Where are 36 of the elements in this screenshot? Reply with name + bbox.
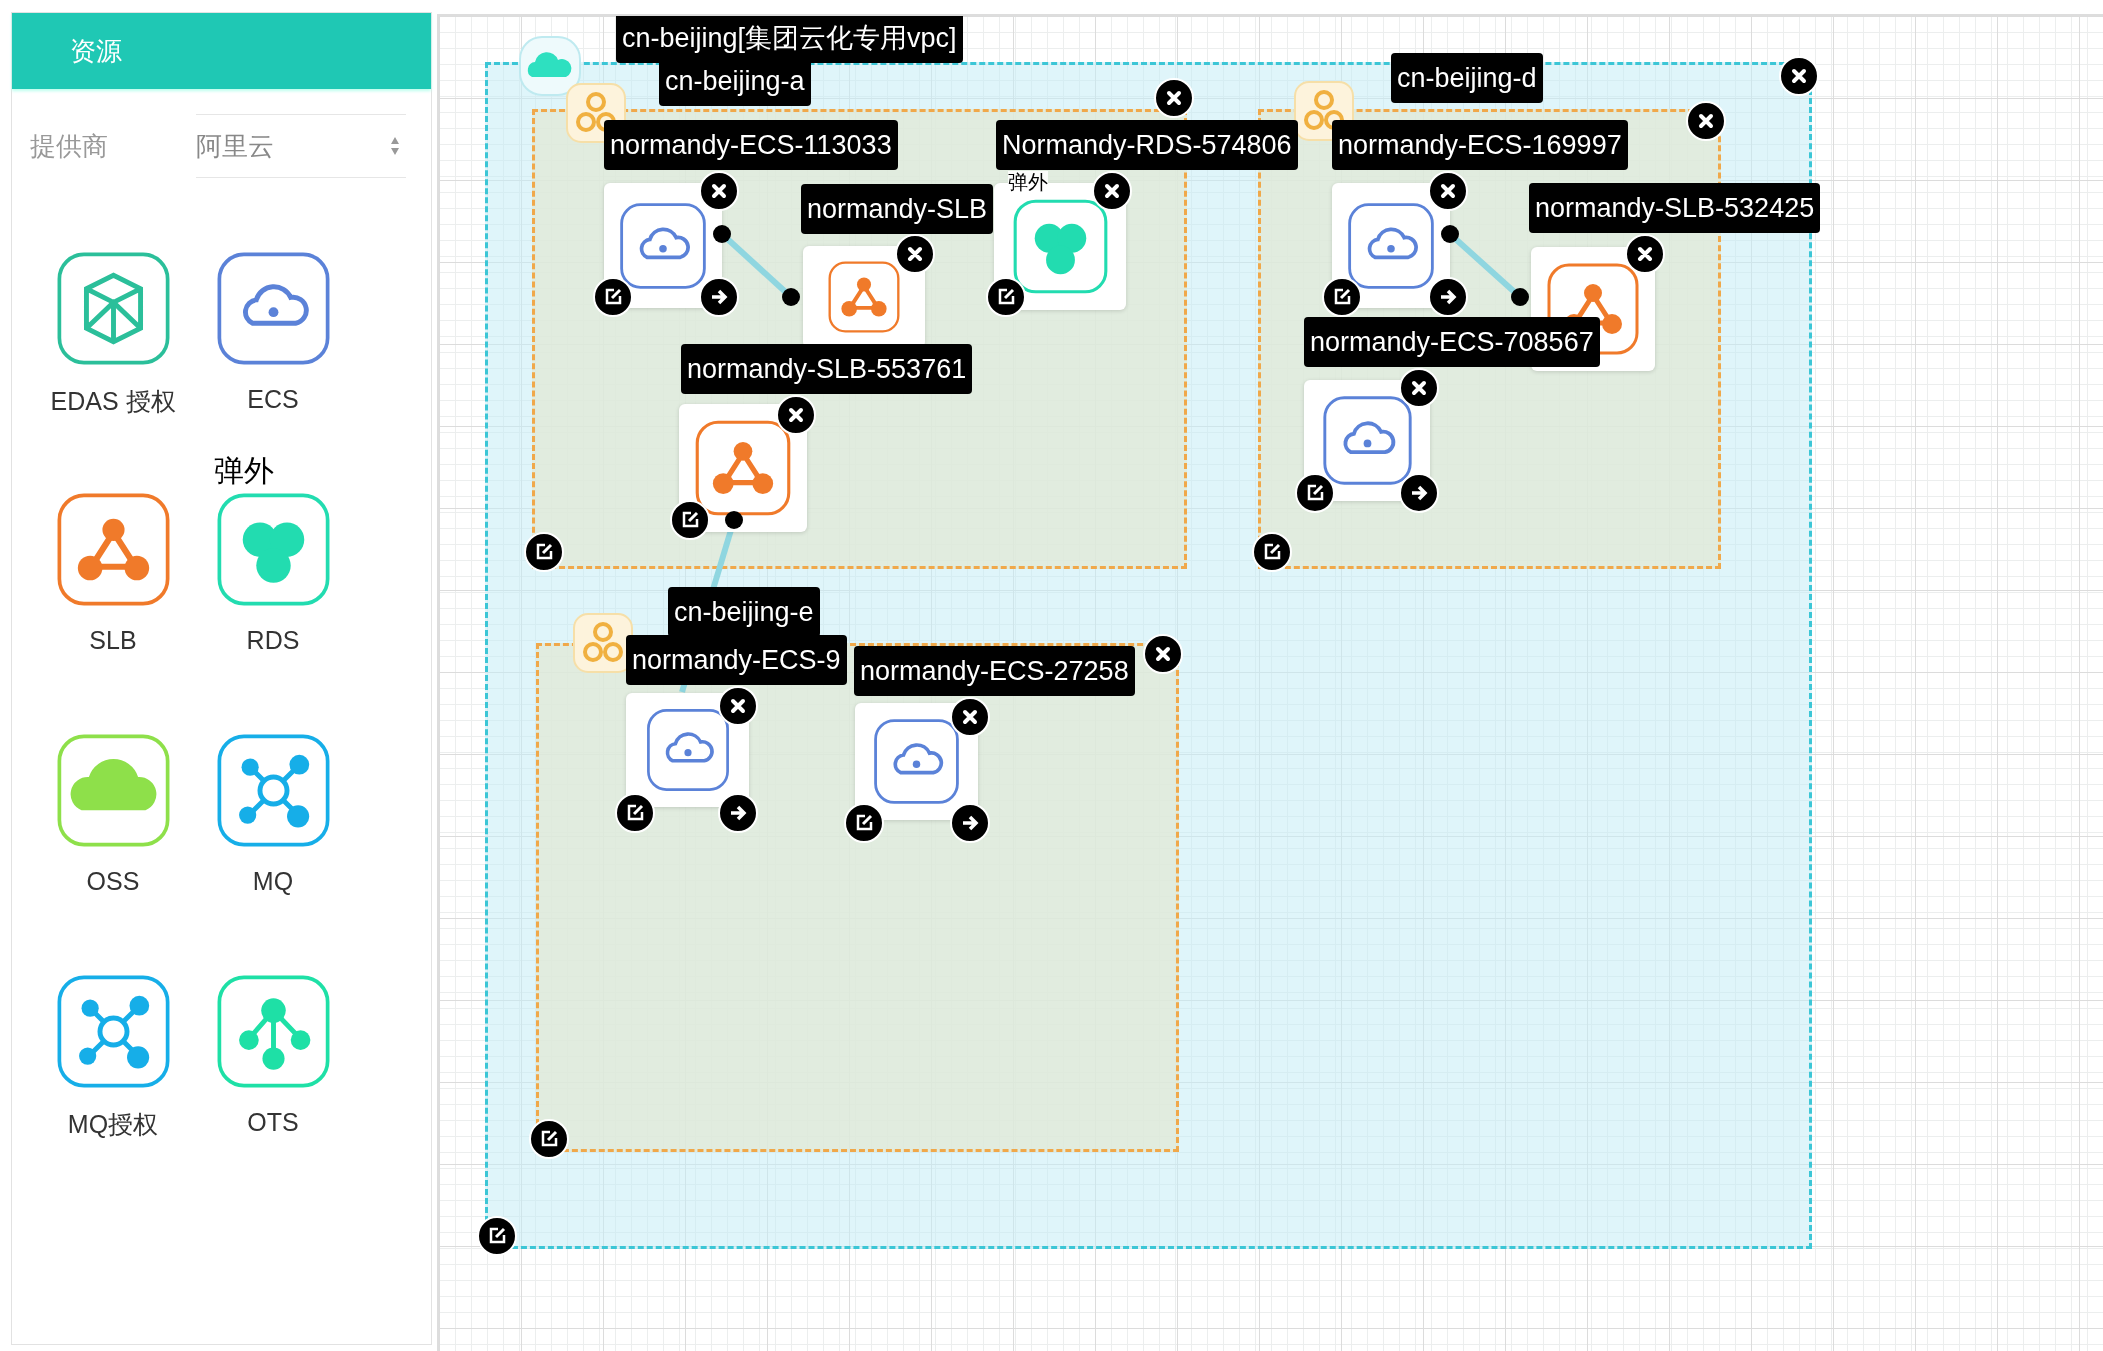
resource-type-label: EDAS 授权 (50, 386, 176, 417)
resource-label: normandy-ECS-9 (626, 635, 847, 685)
badge-text: 弹外 (1008, 171, 1048, 193)
edit-button[interactable] (529, 1119, 569, 1159)
resource-label: normandy-ECS-708567 (1304, 317, 1600, 367)
resource-card[interactable] (626, 693, 749, 807)
close-button[interactable] (1779, 56, 1819, 96)
resource-type-label: SLB (89, 626, 137, 655)
provider-select[interactable]: 阿里云 (196, 114, 406, 178)
badge-text: 弹外 (214, 454, 274, 487)
edit-button[interactable] (524, 532, 564, 572)
resource-type-label: ECS (247, 385, 299, 414)
resource-type-label: MQ (252, 867, 294, 896)
cluster-icon (572, 612, 634, 674)
zone-label: cn-beijing-d (1391, 53, 1543, 103)
resource-label: normandy-ECS-169997 (1332, 120, 1628, 170)
resource-type-label: RDS (246, 626, 300, 655)
cloud-icon (518, 35, 582, 97)
provider-label: 提供商 (30, 129, 109, 163)
edit-button[interactable] (1252, 532, 1292, 572)
resource-type-label: MQ授权 (67, 1109, 159, 1140)
panel-title: 资源 (70, 34, 122, 68)
resource-type-label: OSS (86, 867, 140, 896)
zone-label: cn-beijing-e (668, 587, 820, 637)
updown-icon (390, 136, 400, 156)
resource-label: normandy-SLB-553761 (681, 344, 973, 394)
resource-label: normandy-ECS-113033 (604, 120, 898, 170)
resource-type-label: OTS (247, 1108, 299, 1137)
resource-label: normandy-SLB-532425 (1529, 183, 1821, 233)
close-button[interactable] (1143, 634, 1183, 674)
resource-label: normandy-SLB (801, 184, 994, 234)
vpc-label: cn-beijing[集团云化专用vpc] (616, 16, 963, 63)
close-button[interactable] (1686, 101, 1726, 141)
resource-label: normandy-ECS-27258 (854, 646, 1135, 696)
resource-label: Normandy-RDS-574806 (996, 120, 1298, 170)
close-button[interactable] (1154, 78, 1194, 118)
